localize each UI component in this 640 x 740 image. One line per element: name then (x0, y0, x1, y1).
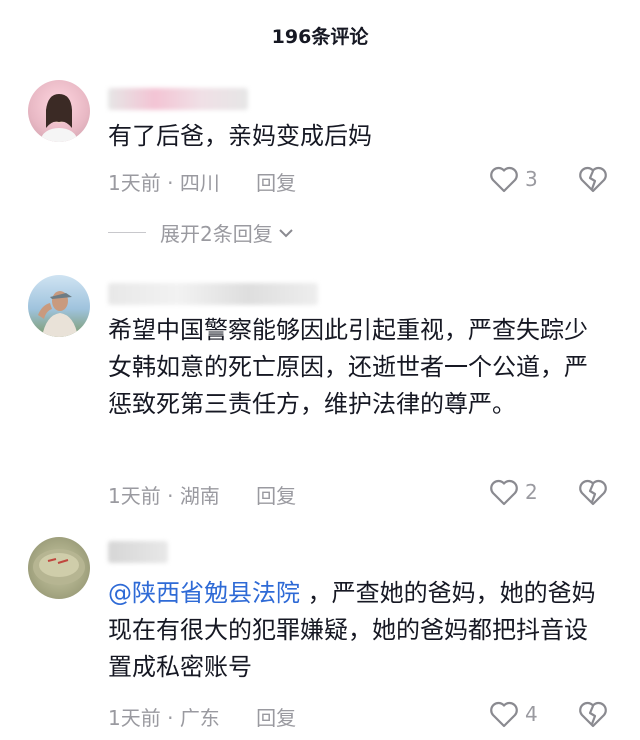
like-count: 4 (525, 702, 538, 726)
comment-text: 有了后爸，亲妈变成后妈 (108, 122, 372, 150)
meta-separator: · (167, 171, 174, 195)
like-count: 3 (525, 167, 538, 191)
heart-outline-icon (490, 166, 518, 193)
comment-meta: 1天前 · 广东 回复 (108, 702, 296, 731)
reply-button[interactable]: 回复 (256, 171, 296, 195)
avatar[interactable] (28, 537, 90, 599)
comment-time: 1天前 (108, 706, 161, 730)
expand-replies-label: 展开2条回复 (160, 222, 273, 246)
dislike-button[interactable] (578, 478, 608, 510)
comment-time: 1天前 (108, 484, 161, 508)
heart-outline-icon (490, 701, 518, 728)
username-blurred[interactable] (108, 283, 318, 305)
comment-meta: 1天前 · 湖南 回复 (108, 480, 296, 509)
meta-separator: · (167, 484, 174, 508)
like-count: 2 (525, 480, 538, 504)
comment-time: 1天前 (108, 171, 161, 195)
mention-link[interactable]: @陕西省勉县法院 (108, 579, 300, 607)
username-blurred[interactable] (108, 88, 248, 110)
expand-divider (108, 232, 146, 233)
comment-location: 四川 (179, 171, 220, 195)
reply-button[interactable]: 回复 (256, 484, 296, 508)
comment-text: @陕西省勉县法院 ，严查她的爸妈，她的爸妈现在有很大的犯罪嫌疑，她的爸妈都把抖音… (108, 575, 608, 686)
comment-text: 希望中国警察能够因此引起重视，严查失踪少女韩如意的死亡原因，还逝世者一个公道，严… (108, 316, 588, 418)
dislike-button[interactable] (578, 165, 608, 197)
broken-heart-icon (579, 701, 607, 728)
comment-location: 广东 (179, 706, 220, 730)
reply-button[interactable]: 回复 (256, 706, 296, 730)
like-button[interactable]: 2 (489, 478, 538, 506)
heart-outline-icon (490, 479, 518, 506)
like-button[interactable]: 3 (489, 165, 538, 193)
comment-location: 湖南 (179, 484, 220, 508)
dislike-button[interactable] (578, 700, 608, 732)
meta-separator: · (167, 706, 174, 730)
avatar[interactable] (28, 275, 90, 337)
expand-replies-button[interactable]: 展开2条回复 (108, 218, 295, 247)
comment-meta: 1天前 · 四川 回复 (108, 167, 296, 196)
broken-heart-icon (579, 166, 607, 193)
broken-heart-icon (579, 479, 607, 506)
username-blurred[interactable] (108, 541, 168, 563)
avatar[interactable] (28, 80, 90, 142)
like-button[interactable]: 4 (489, 700, 538, 728)
comment-count-title: 196条评论 (271, 26, 369, 48)
chevron-down-icon (279, 228, 293, 237)
